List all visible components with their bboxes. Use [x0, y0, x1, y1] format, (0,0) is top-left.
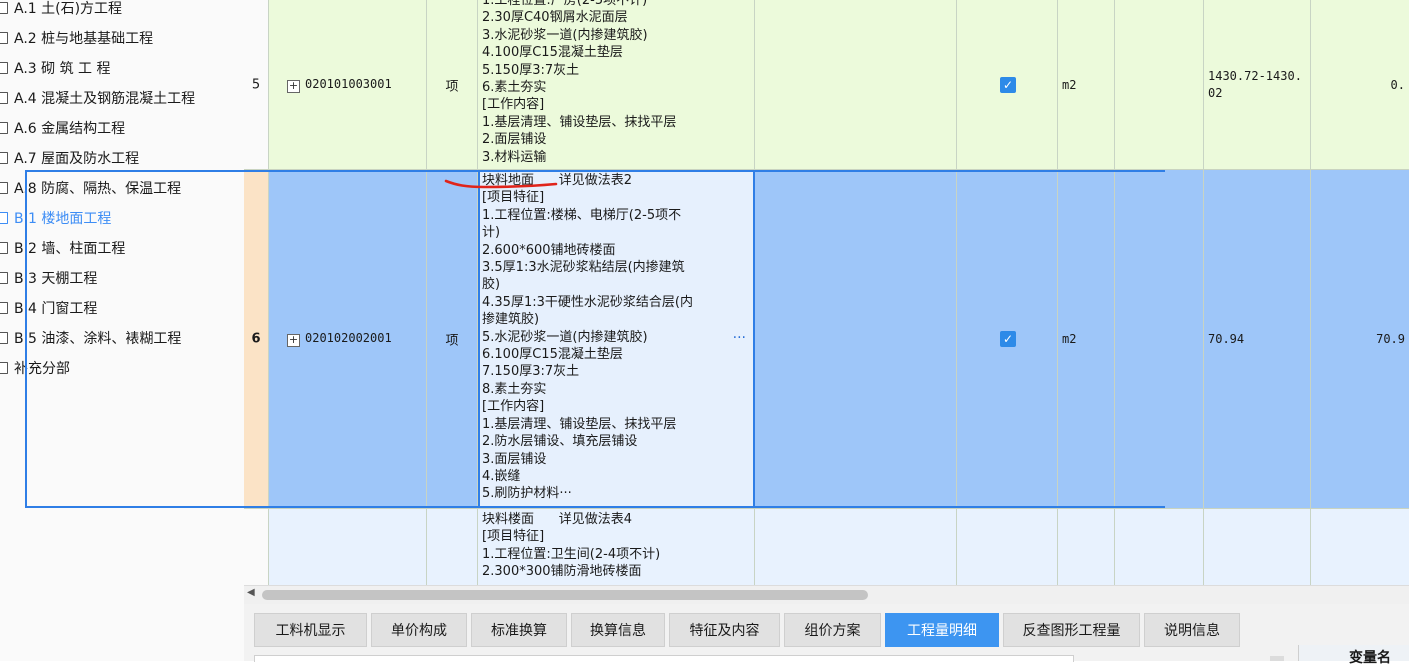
tree-item[interactable]: B.4 门窗工程: [0, 294, 97, 324]
item-description: 1.工程位置:厂房(2-5项不计) 2.30厚C40钢屑水泥面层 3.水泥砂浆一…: [482, 0, 677, 165]
tab[interactable]: 反查图形工程量: [1003, 613, 1140, 647]
item-description: 块料地面 详见做法表2 [项目特征] 1.工程位置:楼梯、电梯厅(2-5项不 计…: [482, 173, 693, 502]
measure-unit: m2: [1062, 77, 1077, 92]
tree-item-label: B.1 楼地面工程: [14, 211, 112, 227]
tab[interactable]: 换算信息: [571, 613, 665, 647]
item-code: 020102002001: [305, 331, 392, 345]
tab[interactable]: 工料机显示: [254, 613, 367, 647]
tree-item[interactable]: A.1 土(石)方工程: [0, 0, 122, 24]
quantity-value: 70.9: [1376, 332, 1405, 346]
document-icon: [0, 362, 8, 374]
document-icon: [0, 62, 8, 74]
document-icon: [0, 272, 8, 284]
tree-item-label: A.3 砌 筑 工 程: [14, 61, 111, 77]
document-icon: [0, 212, 8, 224]
item-unit: 项: [445, 79, 459, 94]
item-code: 020101003001: [305, 76, 392, 91]
table-row[interactable]: 5 +020101003001 项 1.工程位置:厂房(2-5项不计) 2.30…: [244, 0, 1409, 170]
tab[interactable]: 单价构成: [371, 613, 467, 647]
expand-icon[interactable]: +: [287, 79, 300, 93]
tree-item[interactable]: A.8 防腐、隔热、保温工程: [0, 174, 181, 204]
tree-item-label: A.8 防腐、隔热、保温工程: [14, 181, 182, 197]
tree-item[interactable]: A.7 屋面及防水工程: [0, 144, 139, 174]
tree-item[interactable]: B.3 天棚工程: [0, 264, 97, 294]
document-icon: [0, 302, 8, 314]
item-unit: 项: [445, 333, 459, 349]
tree-item-label: B.3 天棚工程: [14, 271, 98, 287]
item-description: 块料楼面 详见做法表4 [项目特征] 1.工程位置:卫生间(2-4项不计) 2.…: [482, 512, 661, 580]
tab[interactable]: 工程量明细: [885, 613, 999, 647]
expand-icon[interactable]: +: [287, 334, 300, 347]
tree-item[interactable]: A.3 砌 筑 工 程: [0, 54, 111, 84]
scrollbar-thumb[interactable]: [262, 590, 868, 600]
tab[interactable]: 说明信息: [1144, 613, 1240, 647]
tab[interactable]: 标准换算: [471, 613, 567, 647]
more-button[interactable]: ···: [733, 330, 746, 346]
tree-item[interactable]: B.1 楼地面工程: [0, 204, 111, 234]
panel-control[interactable]: [1270, 656, 1284, 661]
tree-item-label: B.5 油漆、涂料、裱糊工程: [14, 331, 182, 347]
tree-item-label: A.7 屋面及防水工程: [14, 151, 140, 167]
tree-item[interactable]: B.2 墙、柱面工程: [0, 234, 125, 264]
table-row-selected[interactable]: 6 +020102002001 项 块料地面 详见做法表2 [项目特征] 1.工…: [244, 170, 1409, 509]
tree-item-label: 补充分部: [14, 361, 70, 377]
variable-name-header: 变量名: [1349, 650, 1391, 666]
row-index: 5: [251, 77, 261, 92]
tree-item[interactable]: B.5 油漆、涂料、裱糊工程: [0, 324, 181, 354]
annotation-underline: [444, 179, 558, 189]
horizontal-scrollbar[interactable]: ◀: [244, 585, 1409, 604]
tree-item[interactable]: 补充分部: [0, 354, 70, 384]
tree-item-label: A.6 金属结构工程: [14, 121, 126, 137]
bill-grid: 5 +020101003001 项 1.工程位置:厂房(2-5项不计) 2.30…: [244, 0, 1409, 585]
detail-tabs: 工料机显示 单价构成 标准换算 换算信息 特征及内容 组价方案 工程量明细 反查图形工程量 说明…: [244, 604, 1409, 661]
quantity-value: 0.: [1390, 77, 1405, 92]
section-tree: A.1 土(石)方工程 A.2 桩与地基基础工程 A.3 砌 筑 工 程 A.4 混凝…: [0, 0, 245, 661]
tree-item-label: A.2 桩与地基基础工程: [14, 31, 154, 47]
document-icon: [0, 182, 8, 194]
tree-item[interactable]: A.2 桩与地基基础工程: [0, 24, 153, 54]
scroll-left-icon[interactable]: ◀: [247, 587, 255, 598]
row-index: 6: [251, 331, 261, 347]
quantity-expression: 70.94: [1208, 332, 1245, 346]
tree-item-label: B.4 门窗工程: [14, 301, 98, 317]
document-icon: [0, 122, 8, 134]
table-row[interactable]: 块料楼面 详见做法表4 [项目特征] 1.工程位置:卫生间(2-4项不计) 2.…: [244, 509, 1409, 585]
document-icon: [0, 92, 8, 104]
quantity-expression: 1430.72-1430. 02: [1208, 68, 1302, 100]
document-icon: [0, 2, 8, 14]
tree-item-label: B.2 墙、柱面工程: [14, 241, 126, 257]
document-icon: [0, 32, 8, 44]
tree-item-label: A.4 混凝土及钢筋混凝土工程: [14, 91, 196, 107]
document-icon: [0, 332, 8, 344]
measure-unit: m2: [1062, 332, 1077, 346]
tab[interactable]: 特征及内容: [669, 613, 780, 647]
document-icon: [0, 152, 8, 164]
tree-item[interactable]: A.6 金属结构工程: [0, 114, 125, 144]
document-icon: [0, 242, 8, 254]
checkbox-checked-icon[interactable]: ✓: [1000, 331, 1016, 347]
variable-panel-header: 变量名: [1298, 645, 1409, 666]
tree-item[interactable]: A.4 混凝土及钢筋混凝土工程: [0, 84, 195, 114]
tree-item-label: A.1 土(石)方工程: [14, 1, 123, 17]
checkbox-checked-icon[interactable]: ✓: [1000, 76, 1016, 93]
tab[interactable]: 组价方案: [784, 613, 881, 647]
